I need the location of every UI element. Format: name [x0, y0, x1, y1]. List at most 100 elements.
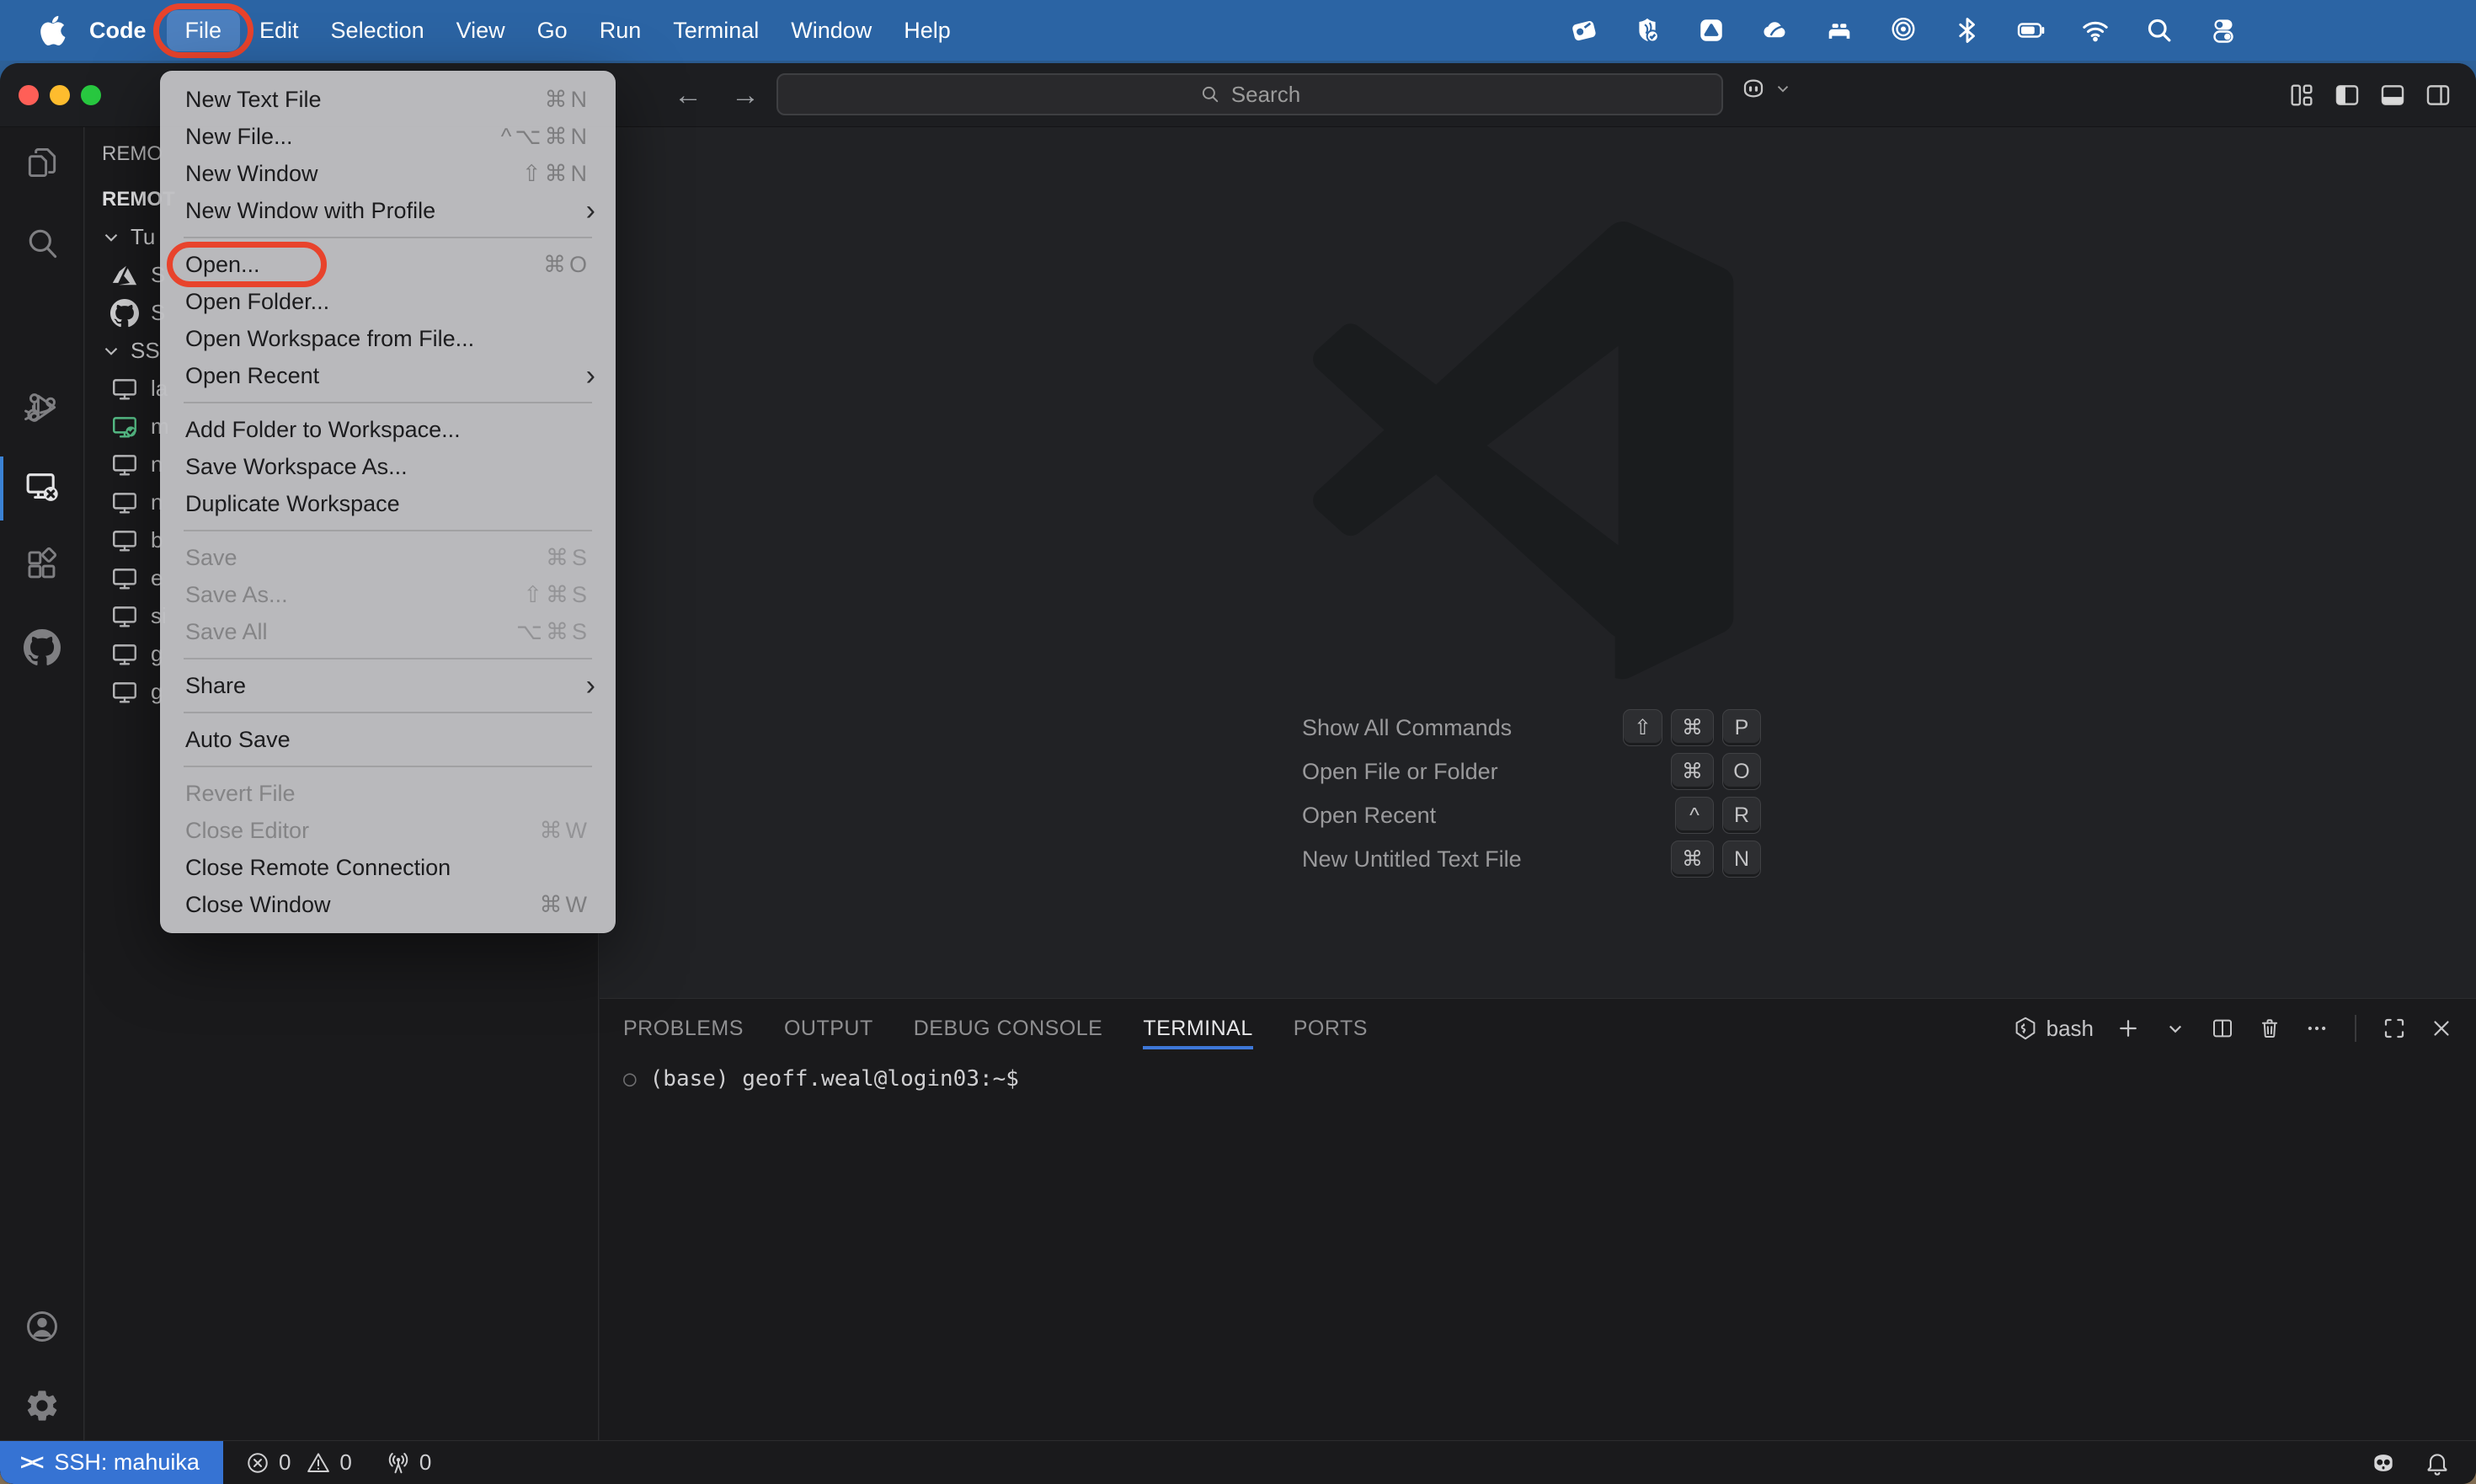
menu-item-duplicate-workspace[interactable]: Duplicate Workspace: [160, 485, 616, 522]
apple-logo-icon[interactable]: [40, 15, 66, 46]
split-terminal-icon[interactable]: [2210, 1016, 2235, 1041]
traffic-light-minimize[interactable]: [50, 85, 70, 105]
menu-item-new-window[interactable]: New Window ⇧⌘N: [160, 155, 616, 192]
wifi-icon[interactable]: [2080, 15, 2110, 45]
tab-debug-console[interactable]: DEBUG CONSOLE: [914, 999, 1103, 1058]
shield-check-icon[interactable]: [1632, 15, 1662, 45]
extensions-icon[interactable]: [22, 545, 62, 585]
server-icon: [110, 451, 139, 479]
kill-terminal-icon[interactable]: [2257, 1016, 2282, 1041]
server-connected-icon: [110, 413, 139, 441]
menu-separator: [184, 530, 592, 531]
layout-controls: [2287, 63, 2452, 127]
bottom-panel: PROBLEMS OUTPUT DEBUG CONSOLE TERMINAL P…: [600, 998, 2476, 1440]
spotlight-search-icon[interactable]: [2144, 15, 2175, 45]
menubar-menu-terminal[interactable]: Terminal: [657, 0, 775, 61]
battery-icon[interactable]: [2016, 15, 2046, 45]
menu-item-label: Duplicate Workspace: [185, 490, 400, 516]
menu-item-open[interactable]: Open... ⌘O: [160, 242, 616, 287]
tab-output[interactable]: OUTPUT: [784, 999, 873, 1058]
remote-explorer-icon[interactable]: [22, 467, 62, 507]
menu-item-open-workspace-from-file[interactable]: Open Workspace from File...: [160, 320, 616, 357]
more-actions-icon[interactable]: [2304, 1016, 2329, 1041]
menu-item-open-folder[interactable]: Open Folder...: [160, 283, 616, 320]
menu-item-label: Save Workspace As...: [185, 453, 408, 479]
copilot-status-icon[interactable]: [2370, 1449, 2397, 1476]
tab-terminal[interactable]: TERMINAL: [1143, 999, 1254, 1058]
control-center-icon[interactable]: [2208, 15, 2239, 45]
run-debug-icon[interactable]: [22, 387, 62, 428]
remote-status-button[interactable]: >< SSH: mahuika: [0, 1441, 223, 1484]
menu-item-save-workspace-as[interactable]: Save Workspace As...: [160, 448, 616, 485]
welcome-shortcut-row: Open Recent ^ R: [1302, 793, 1761, 837]
tab-ports[interactable]: PORTS: [1294, 999, 1368, 1058]
traffic-light-close[interactable]: [19, 85, 39, 105]
bluetooth-icon[interactable]: [1952, 15, 1982, 45]
notifications-bell-icon[interactable]: [2424, 1449, 2451, 1476]
menu-item-add-folder-to-workspace[interactable]: Add Folder to Workspace...: [160, 411, 616, 448]
menu-item-label: Save As...: [185, 581, 288, 607]
menu-item-new-text-file[interactable]: New Text File ⌘N: [160, 81, 616, 118]
menubar-menu-view[interactable]: View: [440, 0, 521, 61]
toggle-panel-icon[interactable]: [2378, 81, 2407, 109]
menu-item-close-remote-connection[interactable]: Close Remote Connection: [160, 849, 616, 886]
menu-item-label: Revert File: [185, 780, 296, 806]
chevron-down-icon: [1774, 79, 1792, 98]
settings-gear-icon[interactable]: [22, 1385, 62, 1426]
ports-count: 0: [419, 1449, 432, 1475]
menubar-menu-edit[interactable]: Edit: [243, 0, 315, 61]
camera-app-icon[interactable]: [1568, 15, 1598, 45]
menu-item-close-window[interactable]: Close Window ⌘W: [160, 886, 616, 923]
search-icon: [1199, 83, 1221, 105]
ports-status[interactable]: 0: [386, 1449, 431, 1476]
customize-layout-icon[interactable]: [2287, 81, 2316, 109]
tab-problems[interactable]: PROBLEMS: [623, 999, 744, 1058]
actions-divider: [2355, 1015, 2356, 1042]
remote-label: SSH: mahuika: [54, 1449, 200, 1475]
maximize-panel-icon[interactable]: [2382, 1016, 2407, 1041]
menubar-menu-window[interactable]: Window: [775, 0, 888, 61]
menu-item-new-file[interactable]: New File... ^⌥⌘N: [160, 118, 616, 155]
forward-arrow-icon[interactable]: →: [731, 63, 760, 127]
menubar-app-name[interactable]: Code: [89, 18, 147, 44]
menubar-menu-go[interactable]: Go: [521, 0, 584, 61]
menubar-menu-help[interactable]: Help: [888, 0, 967, 61]
problems-status[interactable]: 0 0: [245, 1449, 352, 1476]
menu-item-label: New Window with Profile: [185, 197, 436, 223]
new-terminal-icon[interactable]: [2116, 1016, 2141, 1041]
search-view-icon[interactable]: [22, 223, 62, 264]
welcome-shortcut-row: Open File or Folder ⌘ O: [1302, 750, 1761, 793]
bed-icon[interactable]: [1824, 15, 1854, 45]
github-view-icon[interactable]: [22, 627, 62, 668]
panel-tabs: PROBLEMS OUTPUT DEBUG CONSOLE TERMINAL P…: [623, 999, 1368, 1058]
cloud-app-icon[interactable]: [1760, 15, 1790, 45]
shell-chip[interactable]: bash: [2013, 1016, 2094, 1042]
menubar-status-icons: [1568, 0, 2239, 61]
explorer-icon[interactable]: [22, 142, 62, 183]
terminal-profile-chevron-icon[interactable]: [2163, 1016, 2188, 1041]
menu-separator: [184, 658, 592, 659]
menubar-menu-selection[interactable]: Selection: [315, 0, 440, 61]
triangle-app-icon[interactable]: [1696, 15, 1726, 45]
menu-item-shortcut: ⌘S: [545, 544, 590, 570]
toggle-secondary-sidebar-icon[interactable]: [2424, 81, 2452, 109]
menu-item-label: New Text File: [185, 86, 322, 112]
back-arrow-icon[interactable]: ←: [674, 63, 702, 127]
menu-item-auto-save[interactable]: Auto Save: [160, 721, 616, 758]
command-center-search[interactable]: Search: [776, 73, 1723, 115]
close-panel-icon[interactable]: [2429, 1016, 2454, 1041]
menu-item-share[interactable]: Share ›: [160, 667, 616, 704]
copilot-menu-button[interactable]: [1740, 75, 1792, 102]
server-icon: [110, 375, 139, 403]
menu-item-new-window-with-profile[interactable]: New Window with Profile ›: [160, 192, 616, 229]
toggle-primary-sidebar-icon[interactable]: [2333, 81, 2361, 109]
menubar-menu-run[interactable]: Run: [584, 0, 658, 61]
menu-item-label: Save: [185, 544, 237, 570]
accounts-icon[interactable]: [22, 1306, 62, 1347]
airdrop-icon[interactable]: [1888, 15, 1918, 45]
terminal-prompt-line[interactable]: ○ (base) geoff.weal@login03:~$: [623, 1066, 1019, 1092]
menu-item-open-recent[interactable]: Open Recent ›: [160, 357, 616, 394]
menu-item-shortcut: ⌘W: [539, 891, 590, 917]
menubar-menu-file[interactable]: File: [152, 3, 254, 58]
traffic-light-zoom[interactable]: [81, 85, 101, 105]
